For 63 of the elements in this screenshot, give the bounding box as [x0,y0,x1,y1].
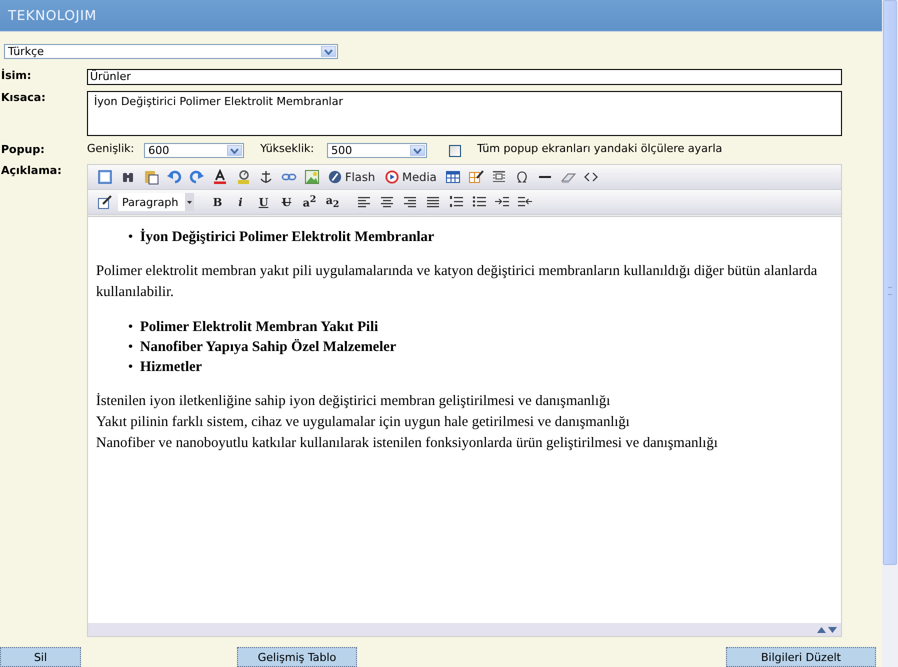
text-line: Nanofiber ve nanoboyutlu katkılar kullanılarak istenilen fonksiyonlarda ürün geliştirilmesi ve danışmanlığı [96,434,719,453]
align-left-icon[interactable] [356,194,372,210]
height-dropdown[interactable]: 500 [327,143,428,158]
redo-icon[interactable] [188,169,204,185]
caret-icon[interactable] [230,148,240,154]
table-icon[interactable] [445,169,462,185]
image-icon[interactable] [304,169,320,185]
edit-icon[interactable] [96,194,112,210]
resize-arrows-icon[interactable] [816,626,838,634]
delete-button[interactable]: Sil [0,647,81,667]
logo: TEKNOLOJIM [8,8,97,24]
subscript-button[interactable]: a$_{2}$ [321,194,344,210]
clipboard-icon[interactable] [142,169,158,185]
bullet-marker: • [128,338,134,357]
format-dropdown[interactable]: Paragraph [118,193,194,211]
bullet-item: Polimer Elektrolit Membran Yakıt Pili [140,318,378,337]
justify-icon[interactable] [424,194,440,210]
flash-button[interactable]: Flash [328,170,376,184]
underline-button[interactable]: U [252,196,275,208]
bullet-marker: • [128,318,134,337]
layer-icon[interactable] [491,169,508,185]
align-right-icon[interactable] [402,194,418,210]
field-label: İsim: [0,69,32,82]
checkbox[interactable] [449,144,462,156]
field-label: Popup: [0,143,46,156]
update-button[interactable]: Bilgileri Düzelt [726,647,876,667]
play-icon [385,170,400,184]
bullet-item: Nanofiber Yapıya Sahip Özel Malzemeler [140,338,396,357]
bullet-item: İyon Değiştirici Polimer Elektrolit Membranlar [140,228,434,247]
width-dropdown[interactable]: 600 [144,143,244,158]
bullet-marker: • [128,358,134,377]
text-line: Yakıt pilinin farklı sistem, cihaz ve uygulamalar için uygun hale getirilmesi ve danışmanlığı [96,413,631,432]
table-edit-icon[interactable] [468,169,484,185]
numbered-list-icon[interactable] [448,194,464,210]
checkbox-label: Tüm popup ekranları yandaki ölçülere ayarla [477,142,722,155]
name-field[interactable]: Ürünler [87,69,842,85]
media-button[interactable]: Media [385,170,437,184]
paragraph: Polimer elektrolit membran yakıt pili uygulamalarında ve katyon değiştirici membranların kullanıldığı diğer bütün alanlarda kullanılabilir. [96,262,818,302]
language-dropdown[interactable]: Türkçe [4,44,338,59]
field-label: Kısaca: [0,91,47,104]
caret-icon[interactable] [187,200,192,204]
flash-icon [328,170,342,184]
width-label: Genişlik: [87,142,134,155]
summary-field[interactable]: İyon Değiştirici Polimer Elektrolit Membranlar [87,91,842,136]
advanced-table-button[interactable]: Gelişmiş Tablo [237,647,357,667]
anchor-icon[interactable] [258,169,274,185]
bold-button[interactable]: B [206,196,229,208]
height-label: Yükseklik: [260,142,314,155]
scrollbar-thumb[interactable] [883,0,897,565]
align-center-icon[interactable] [378,194,394,210]
editor-content-area[interactable] [88,216,841,623]
caret-icon[interactable] [413,148,422,154]
bullet-marker: • [128,228,134,247]
field-label: Açıklama: [0,164,63,177]
italic-button[interactable]: i [229,196,252,208]
strikethrough-button[interactable]: U [275,196,298,208]
undo-icon[interactable] [166,169,182,185]
text-line: İstenilen iyon iletkenliğine sahip iyon değiştirici membran geliştirilmesi ve danışmanlığı [96,392,612,411]
font-color-icon[interactable] [212,169,228,185]
bullet-item: Hizmetler [140,358,202,377]
superscript-button[interactable]: a$^{2}$ [298,194,321,210]
caret-icon[interactable] [324,48,333,54]
frame-icon[interactable] [96,169,112,185]
